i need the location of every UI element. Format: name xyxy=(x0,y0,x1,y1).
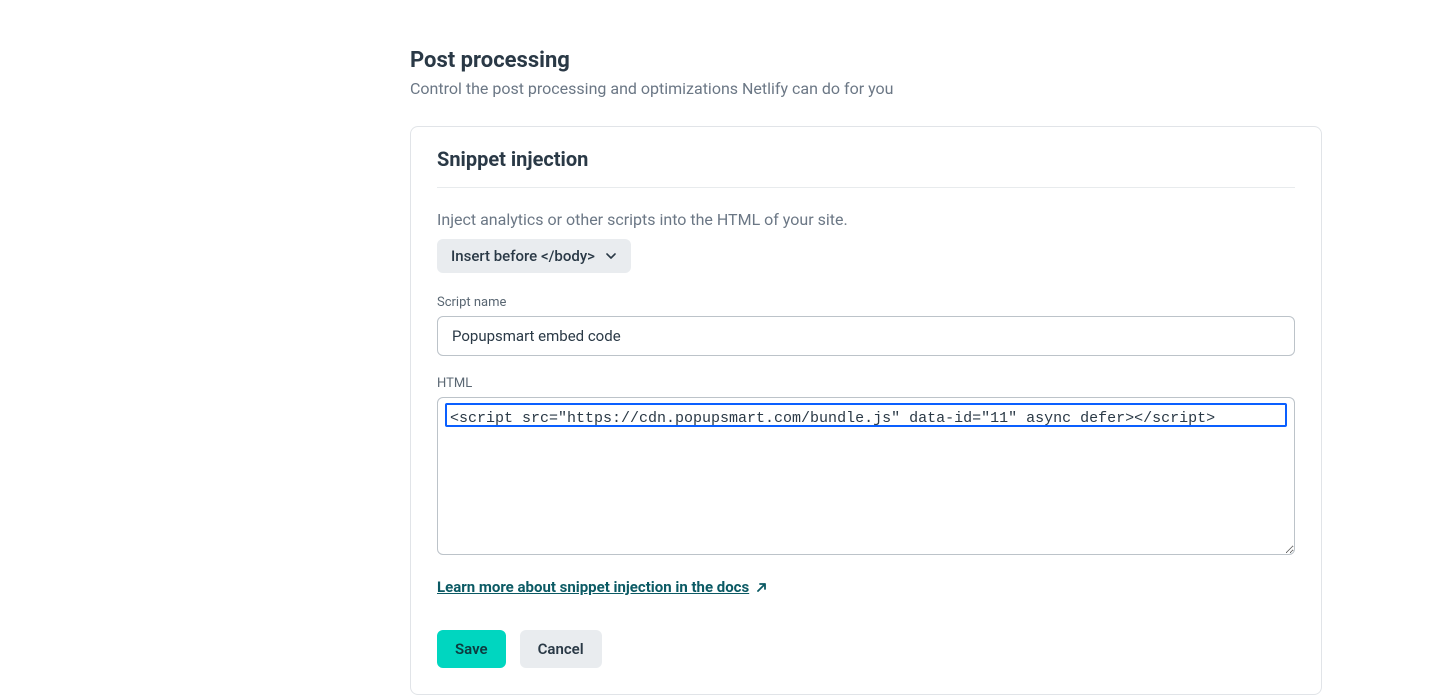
page-subtitle: Control the post processing and optimiza… xyxy=(410,79,1322,98)
script-name-input[interactable] xyxy=(437,316,1295,356)
injection-position-select[interactable]: Insert before </body> xyxy=(437,239,631,273)
learn-more-link[interactable]: Learn more about snippet injection in th… xyxy=(437,578,768,596)
chevron-down-icon xyxy=(605,250,617,262)
page-title: Post processing xyxy=(410,48,1322,73)
helper-text: Inject analytics or other scripts into t… xyxy=(437,210,1295,229)
save-button[interactable]: Save xyxy=(437,630,506,668)
learn-more-link-text: Learn more about snippet injection in th… xyxy=(437,578,749,596)
html-textarea[interactable]: <script src="https://cdn.popupsmart.com/… xyxy=(437,397,1295,555)
snippet-injection-card: Snippet injection Inject analytics or ot… xyxy=(410,126,1322,695)
card-title: Snippet injection xyxy=(437,147,1295,171)
injection-position-selected-label: Insert before </body> xyxy=(451,247,595,265)
external-link-icon xyxy=(755,581,768,594)
divider xyxy=(437,187,1295,188)
cancel-button[interactable]: Cancel xyxy=(520,630,602,668)
script-name-label: Script name xyxy=(437,295,1295,310)
html-label: HTML xyxy=(437,376,1295,391)
